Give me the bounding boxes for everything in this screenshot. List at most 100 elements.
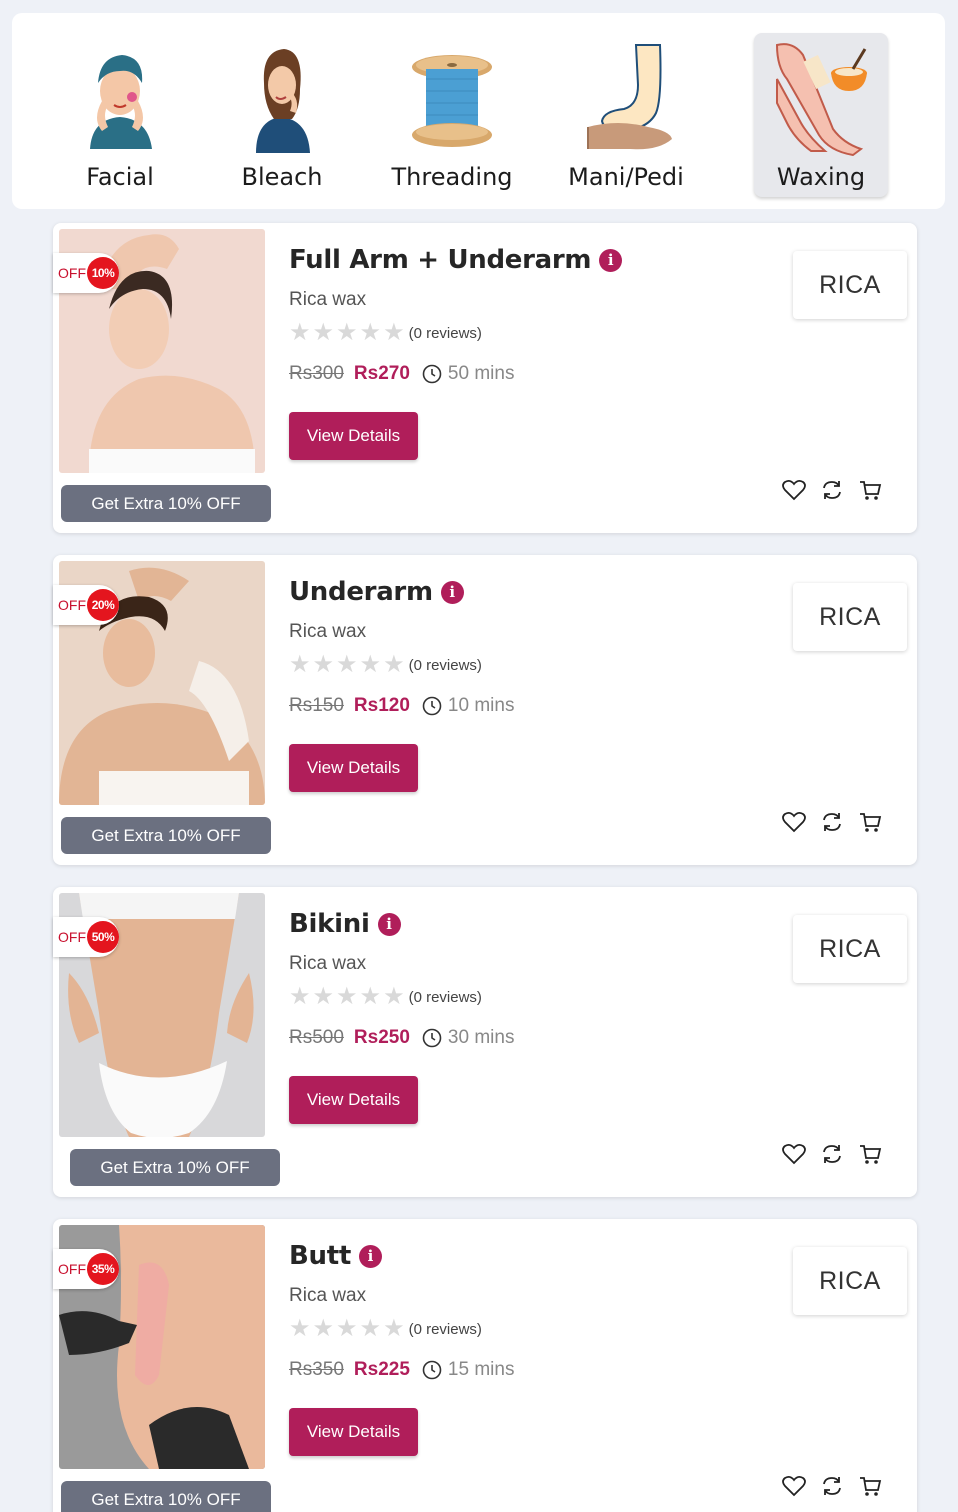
duration: 15 mins xyxy=(447,1359,515,1380)
category-mani-pedi[interactable]: Mani/Pedi xyxy=(558,13,694,209)
view-details-button[interactable]: View Details xyxy=(289,412,418,460)
category-waxing[interactable]: Waxing xyxy=(754,13,888,209)
product-card: OFF 35% Get Extra 10% OFF Butt i Rica wa… xyxy=(53,1219,917,1512)
duration: 30 mins xyxy=(447,1027,515,1048)
discount-badge: OFF 10% xyxy=(53,253,119,293)
star-icon: ★ xyxy=(336,983,358,1010)
star-icon: ★ xyxy=(336,1315,358,1342)
off-label: OFF xyxy=(58,597,86,613)
original-price: Rs300 xyxy=(289,363,344,384)
brand-logo: RICA xyxy=(793,251,907,319)
star-icon: ★ xyxy=(289,1315,311,1342)
duration: 50 mins xyxy=(447,363,515,384)
product-card: OFF 50% Get Extra 10% OFF Bikini i Rica … xyxy=(53,887,917,1197)
sale-price: Rs225 xyxy=(353,1359,410,1380)
compare-icon[interactable] xyxy=(819,477,845,503)
product-card: OFF 10% Get Extra 10% OFF Full Arm + Und… xyxy=(53,223,917,533)
discount-badge: OFF 50% xyxy=(53,917,119,957)
star-icon: ★ xyxy=(289,319,311,346)
product-subtitle: Rica wax xyxy=(289,953,367,974)
sale-price: Rs120 xyxy=(353,695,410,716)
discount-percent: 50% xyxy=(87,921,119,953)
view-details-button[interactable]: View Details xyxy=(289,1408,418,1456)
info-icon[interactable]: i xyxy=(599,248,623,272)
product-title[interactable]: Full Arm + Underarm xyxy=(289,245,592,275)
compare-icon[interactable] xyxy=(819,809,845,835)
info-icon[interactable]: i xyxy=(377,912,401,936)
category-label: Waxing xyxy=(776,163,866,191)
star-icon: ★ xyxy=(359,651,382,678)
star-icon: ★ xyxy=(383,1315,405,1342)
discount-percent: 10% xyxy=(87,257,119,289)
info-icon[interactable]: i xyxy=(440,580,464,604)
category-threading[interactable]: Threading xyxy=(382,13,522,209)
original-price: Rs150 xyxy=(289,695,344,716)
discount-badge: OFF 35% xyxy=(53,1249,119,1289)
cart-icon[interactable] xyxy=(857,1473,883,1499)
clock-icon xyxy=(422,1028,442,1048)
clock-icon xyxy=(422,1360,442,1380)
star-icon: ★ xyxy=(383,651,405,678)
star-icon: ★ xyxy=(359,319,382,346)
view-details-button[interactable]: View Details xyxy=(289,1076,418,1124)
star-icon: ★ xyxy=(312,651,335,678)
category-label: Threading xyxy=(391,163,513,191)
star-icon: ★ xyxy=(289,983,311,1010)
brand-logo: RICA xyxy=(793,1247,907,1315)
facial-icon xyxy=(90,55,152,149)
category-bleach[interactable]: Bleach xyxy=(220,13,344,209)
off-label: OFF xyxy=(58,265,86,281)
category-label: Facial xyxy=(86,163,154,191)
star-icon: ★ xyxy=(312,983,335,1010)
wishlist-icon[interactable] xyxy=(781,477,807,503)
rating-stars: ★ ★ ★ ★ ★ (0 reviews) xyxy=(289,653,482,677)
off-label: OFF xyxy=(58,929,86,945)
extra-discount-button[interactable]: Get Extra 10% OFF xyxy=(61,485,271,522)
compare-icon[interactable] xyxy=(819,1473,845,1499)
wishlist-icon[interactable] xyxy=(781,1473,807,1499)
info-icon[interactable]: i xyxy=(359,1244,382,1268)
product-title[interactable]: Bikini xyxy=(289,909,370,939)
cart-icon[interactable] xyxy=(857,809,883,835)
extra-discount-button[interactable]: Get Extra 10% OFF xyxy=(61,817,271,854)
extra-discount-button[interactable]: Get Extra 10% OFF xyxy=(70,1149,280,1186)
sale-price: Rs250 xyxy=(353,1027,410,1048)
star-icon: ★ xyxy=(383,983,405,1010)
star-icon: ★ xyxy=(312,1315,335,1342)
cart-icon[interactable] xyxy=(857,477,883,503)
category-facial[interactable]: Facial xyxy=(58,13,182,209)
compare-icon[interactable] xyxy=(819,1141,845,1167)
star-icon: ★ xyxy=(359,1315,382,1342)
clock-icon xyxy=(422,696,442,716)
wishlist-icon[interactable] xyxy=(781,809,807,835)
product-subtitle: Rica wax xyxy=(289,1285,367,1306)
off-label: OFF xyxy=(58,1261,86,1277)
view-details-button[interactable]: View Details xyxy=(289,744,418,792)
wishlist-icon[interactable] xyxy=(781,1141,807,1167)
extra-discount-button[interactable]: Get Extra 10% OFF xyxy=(61,1481,271,1512)
star-icon: ★ xyxy=(289,651,311,678)
review-count: (0 reviews) xyxy=(408,656,482,674)
clock-icon xyxy=(422,364,442,384)
waxing-icon xyxy=(775,43,867,157)
mani-pedi-icon xyxy=(587,44,672,150)
product-title[interactable]: Underarm xyxy=(289,577,433,607)
sale-price: Rs270 xyxy=(353,363,410,384)
review-count: (0 reviews) xyxy=(408,988,482,1006)
cart-icon[interactable] xyxy=(857,1141,883,1167)
star-icon: ★ xyxy=(336,651,358,678)
star-icon: ★ xyxy=(383,319,405,346)
original-price: Rs500 xyxy=(289,1027,344,1048)
review-count: (0 reviews) xyxy=(408,1320,482,1338)
product-title[interactable]: Butt xyxy=(289,1241,351,1271)
star-icon: ★ xyxy=(312,319,335,346)
brand-logo: RICA xyxy=(793,583,907,651)
bleach-icon xyxy=(256,49,310,153)
discount-percent: 20% xyxy=(87,589,119,621)
review-count: (0 reviews) xyxy=(408,324,482,342)
original-price: Rs350 xyxy=(289,1359,344,1380)
category-label: Bleach xyxy=(241,163,323,191)
discount-badge: OFF 20% xyxy=(53,585,119,625)
rating-stars: ★ ★ ★ ★ ★ (0 reviews) xyxy=(289,1317,482,1341)
brand-logo: RICA xyxy=(793,915,907,983)
